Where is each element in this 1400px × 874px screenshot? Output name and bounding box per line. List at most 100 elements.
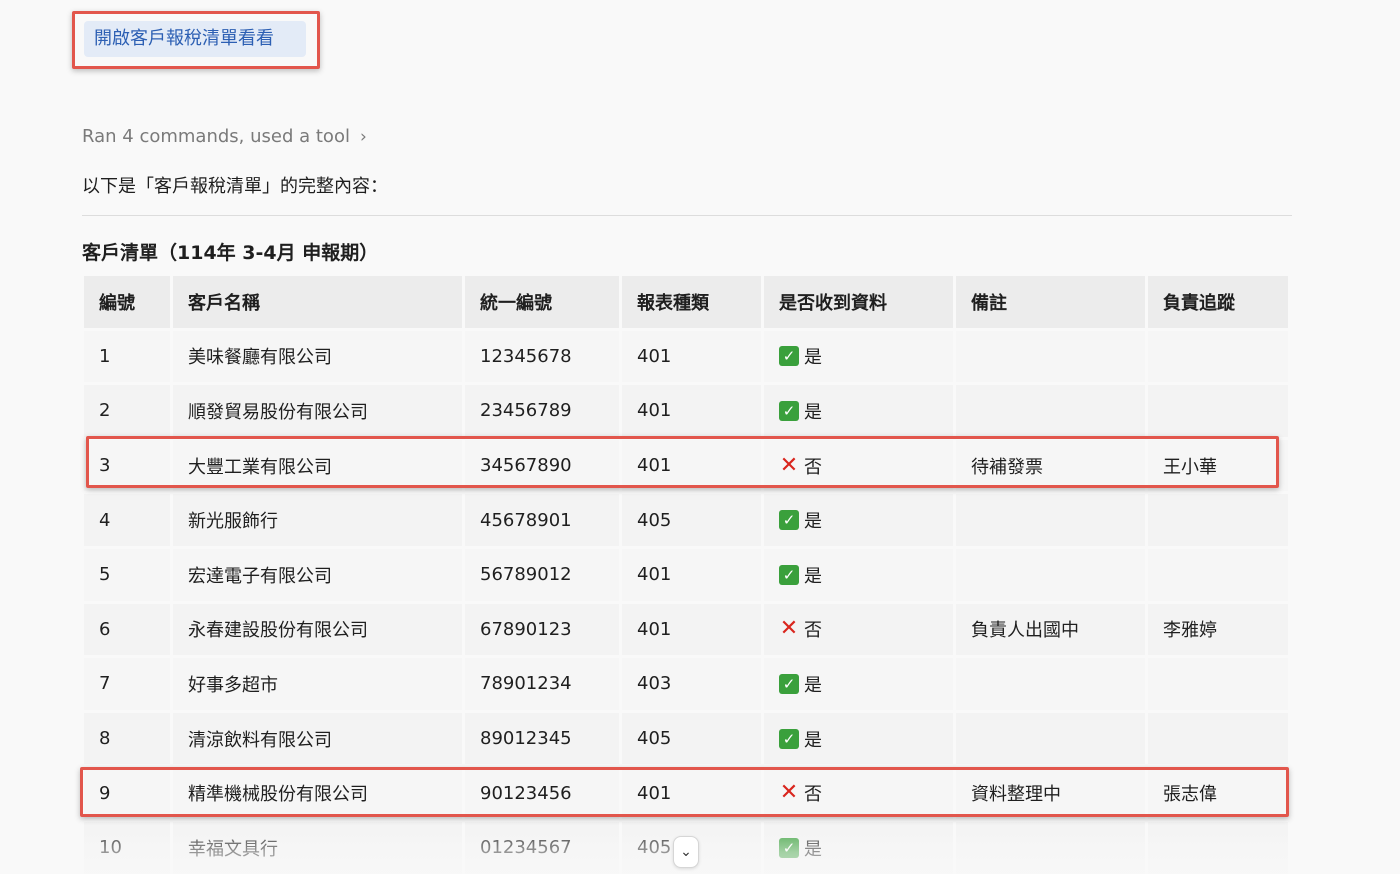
received-label: 是 [804,565,822,587]
received-label: 是 [804,674,822,696]
header-cell: 是否收到資料 [764,276,953,328]
table-row: 2 順發貿易股份有限公司 23456789 401 ✓ 是 [84,385,1290,440]
check-box-icon: ✓ [779,564,799,585]
cell-number: 8 [84,712,170,765]
header-cell: 報表種類 [622,276,761,328]
chat-page: 開啟客戶報稅清單看看 Ran 4 commands, used a tool › … [0,0,1400,874]
cell-note [956,548,1145,601]
cell-client-name: 幸福文具行 [173,821,462,874]
cell-received: ✓ 是 [764,494,953,546]
scroll-down-button[interactable]: ⌄ [673,836,699,868]
cell-form-type: 401 [622,548,761,601]
cell-client-name: 清涼飲料有限公司 [173,712,462,765]
cell-tax-id: 78901234 [465,658,619,710]
cell-tax-id: 45678901 [465,494,619,546]
cell-owner [1148,658,1288,710]
cell-note [956,385,1145,437]
cross-icon: ✕ [779,452,799,478]
cell-number: 9 [84,767,170,819]
chevron-right-icon: › [359,127,367,147]
cell-note [956,658,1145,710]
divider [82,215,1292,216]
cell-form-type: 405 [622,712,761,765]
cell-form-type: 401 [622,385,761,437]
cell-note: 待補發票 [956,439,1145,492]
cell-tax-id: 90123456 [465,767,619,819]
open-client-tax-list-button[interactable]: 開啟客戶報稅清單看看 [84,21,306,57]
cell-tax-id: 12345678 [465,330,619,383]
cell-number: 1 [84,330,170,383]
cell-client-name: 美味餐廳有限公司 [173,330,462,383]
chevron-down-icon: ⌄ [680,844,692,860]
check-box-icon: ✓ [779,510,799,531]
table-row: 9 精準機械股份有限公司 90123456 401 ✕ 否資料整理中 張志偉 [84,767,1290,822]
cell-form-type: 401 [622,603,761,656]
cell-number: 7 [84,658,170,710]
cell-tax-id: 01234567 [465,821,619,874]
cell-owner [1148,821,1288,874]
cell-note [956,330,1145,383]
cell-received: ✓ 是 [764,658,953,710]
check-box-icon: ✓ [779,837,799,858]
cell-owner [1148,385,1288,437]
cell-form-type: 401 [622,439,761,492]
cell-received: ✕ 否 [764,439,953,492]
header-cell: 統一編號 [465,276,619,328]
cell-client-name: 精準機械股份有限公司 [173,767,462,819]
intro-text: 以下是「客戶報稅清單」的完整內容： [82,176,388,197]
cross-icon: ✕ [779,780,799,806]
table-row: 4 新光服飾行 45678901 405 ✓ 是 [84,494,1290,549]
received-label: 否 [804,456,822,478]
cell-client-name: 大豐工業有限公司 [173,439,462,492]
table-header-row: 編號 客戶名稱 統一編號 報表種類 是否收到資料 備註 負責追蹤 [84,276,1290,331]
cell-number: 5 [84,548,170,601]
cell-note: 資料整理中 [956,767,1145,819]
cell-received: ✕ 否 [764,603,953,656]
check-box-icon: ✓ [779,346,799,367]
cell-received: ✓ 是 [764,548,953,601]
table-row: 6 永春建設股份有限公司 67890123 401 ✕ 否負責人出國中 李雅婷 [84,603,1290,659]
cell-number: 3 [84,439,170,492]
action-button-highlight: 開啟客戶報稅清單看看 [72,11,320,69]
cell-received: ✕ 否 [764,767,953,819]
check-box-icon: ✓ [779,728,799,749]
cell-number: 4 [84,494,170,546]
cell-form-type: 401 [622,330,761,383]
cell-tax-id: 89012345 [465,712,619,765]
table-row: 8 清涼飲料有限公司 89012345 405 ✓ 是 [84,712,1290,768]
cell-number: 10 [84,821,170,874]
cell-tax-id: 67890123 [465,603,619,656]
tool-activity-text: Ran 4 commands, used a tool [82,126,350,147]
cell-received: ✓ 是 [764,385,953,437]
cell-tax-id: 34567890 [465,439,619,492]
cell-form-type: 403 [622,658,761,710]
cell-note [956,494,1145,546]
cell-client-name: 順發貿易股份有限公司 [173,385,462,437]
cell-tax-id: 56789012 [465,548,619,601]
received-label: 是 [804,347,822,369]
check-box-icon: ✓ [779,400,799,421]
cell-owner [1148,712,1288,765]
received-label: 否 [804,784,822,806]
cell-owner [1148,494,1288,546]
cell-note [956,821,1145,874]
cell-form-type: 405 [622,494,761,546]
cell-tax-id: 23456789 [465,385,619,437]
header-cell: 編號 [84,276,170,328]
table-row: 1 美味餐廳有限公司 12345678 401 ✓ 是 [84,330,1290,386]
received-label: 是 [804,729,822,751]
cell-client-name: 宏達電子有限公司 [173,548,462,601]
tool-activity-summary[interactable]: Ran 4 commands, used a tool › [82,126,367,147]
cell-number: 6 [84,603,170,656]
cell-owner [1148,548,1288,601]
table-row: 7 好事多超市 78901234 403 ✓ 是 [84,658,1290,713]
table-row: 5 宏達電子有限公司 56789012 401 ✓ 是 [84,548,1290,604]
client-table: 編號 客戶名稱 統一編號 報表種類 是否收到資料 備註 負責追蹤 1 美味餐廳有限… [84,276,1290,874]
section-title: 客戶清單（114年 3-4月 申報期） [82,242,379,264]
received-label: 是 [804,838,822,860]
cell-owner: 王小華 [1148,439,1288,492]
header-cell: 負責追蹤 [1148,276,1288,328]
cell-number: 2 [84,385,170,437]
check-box-icon: ✓ [779,673,799,694]
cell-owner [1148,330,1288,383]
